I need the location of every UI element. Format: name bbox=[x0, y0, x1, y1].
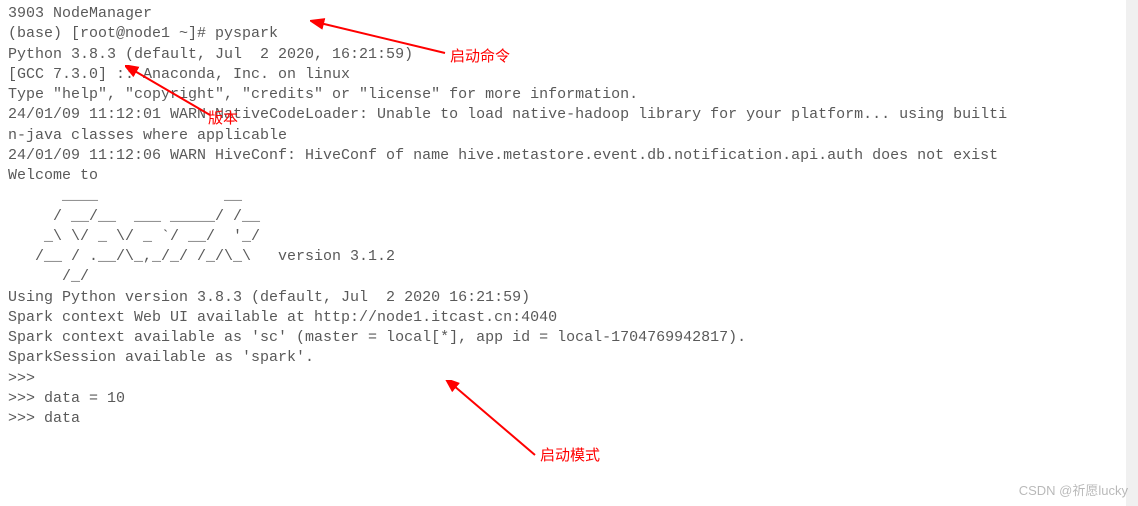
terminal-line: / __/__ ___ _____/ /__ bbox=[8, 207, 1130, 227]
annotation-start-mode: 启动模式 bbox=[540, 446, 600, 466]
watermark: CSDN @祈愿lucky bbox=[1019, 482, 1128, 500]
terminal-line: Spark context Web UI available at http:/… bbox=[8, 308, 1130, 328]
terminal-line: 24/01/09 11:12:01 WARN NativeCodeLoader:… bbox=[8, 105, 1130, 125]
terminal-line: (base) [root@node1 ~]# pyspark bbox=[8, 24, 1130, 44]
terminal-line: 24/01/09 11:12:06 WARN HiveConf: HiveCon… bbox=[8, 146, 1130, 166]
terminal-line: ____ __ bbox=[8, 186, 1130, 206]
terminal-line: [GCC 7.3.0] :: Anaconda, Inc. on linux bbox=[8, 65, 1130, 85]
terminal-line: n-java classes where applicable bbox=[8, 126, 1130, 146]
terminal-line: Spark context available as 'sc' (master … bbox=[8, 328, 1130, 348]
terminal-line: Type "help", "copyright", "credits" or "… bbox=[8, 85, 1130, 105]
terminal-line: >>> data = 10 bbox=[8, 389, 1130, 409]
scrollbar-vertical[interactable] bbox=[1126, 0, 1138, 506]
terminal-line: >>> bbox=[8, 369, 1130, 389]
terminal-line: Welcome to bbox=[8, 166, 1130, 186]
terminal-line: Python 3.8.3 (default, Jul 2 2020, 16:21… bbox=[8, 45, 1130, 65]
terminal-line: /__ / .__/\_,_/_/ /_/\_\ version 3.1.2 bbox=[8, 247, 1130, 267]
terminal-line: SparkSession available as 'spark'. bbox=[8, 348, 1130, 368]
terminal-line: _\ \/ _ \/ _ `/ __/ '_/ bbox=[8, 227, 1130, 247]
terminal-line: Using Python version 3.8.3 (default, Jul… bbox=[8, 288, 1130, 308]
terminal-line: /_/ bbox=[8, 267, 1130, 287]
terminal-line: 3903 NodeManager bbox=[8, 4, 1130, 24]
terminal-line: >>> data bbox=[8, 409, 1130, 429]
terminal-output: 3903 NodeManager (base) [root@node1 ~]# … bbox=[8, 4, 1130, 429]
